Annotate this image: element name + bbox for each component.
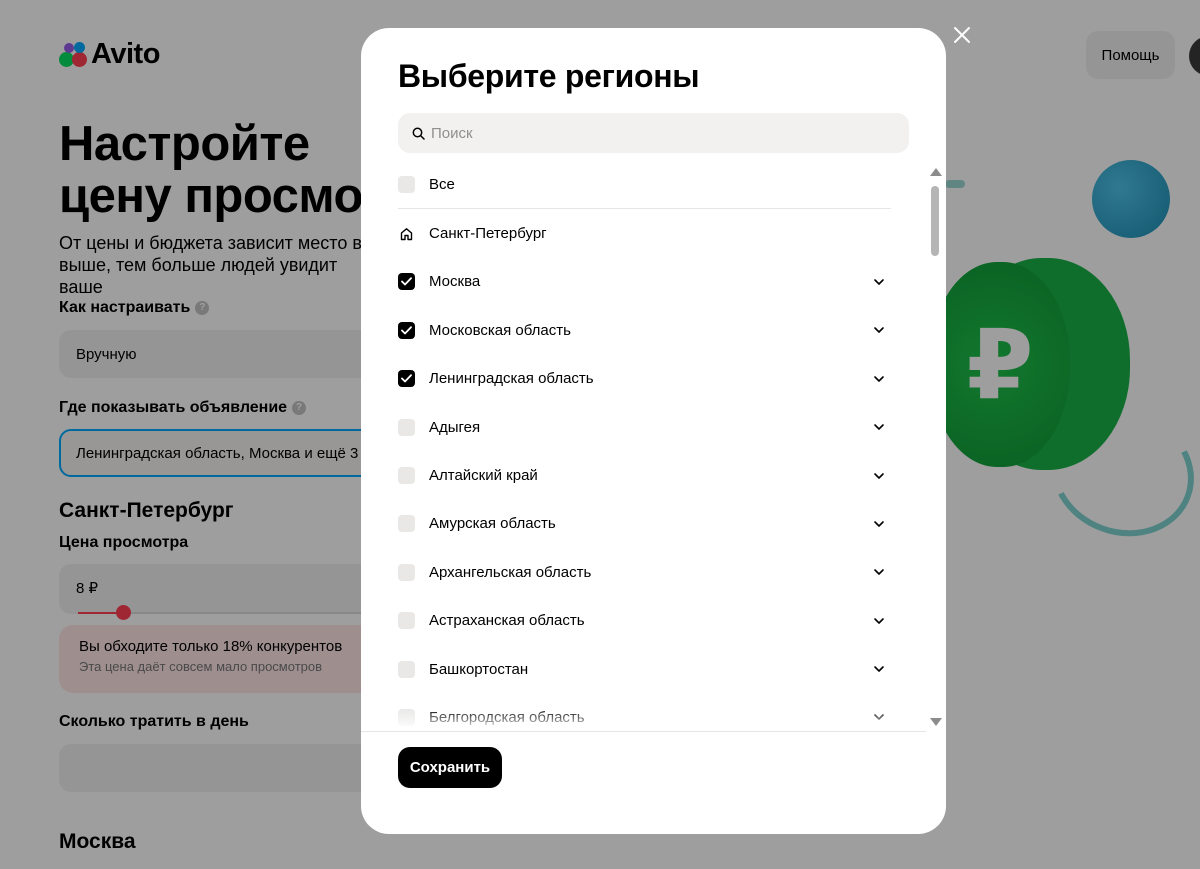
list-fade — [361, 708, 921, 731]
scroll-thumb[interactable] — [931, 186, 939, 256]
checkbox[interactable] — [398, 612, 415, 630]
checkbox[interactable] — [398, 563, 415, 581]
checkmark-icon — [401, 277, 412, 286]
chevron-down-icon[interactable] — [873, 615, 885, 627]
region-rows: Москва Московская область Ленинградская об… — [398, 258, 891, 731]
search-input[interactable] — [431, 124, 871, 142]
region-label: Астраханская область — [429, 612, 585, 630]
region-picker-modal: Выберите регионы Все Санкт-Петербург Мос… — [361, 28, 946, 834]
close-icon[interactable] — [952, 25, 972, 45]
region-row-all[interactable]: Все — [398, 161, 891, 210]
chevron-down-icon[interactable] — [873, 470, 885, 482]
region-label: Амурская область — [429, 515, 556, 533]
checkmark-icon — [401, 326, 412, 335]
region-row[interactable]: Астраханская область — [398, 597, 891, 645]
region-row[interactable]: Башкортостан — [398, 645, 891, 693]
region-label: Адыгея — [429, 418, 481, 436]
chevron-down-icon[interactable] — [873, 373, 885, 385]
checkbox[interactable] — [398, 515, 415, 533]
region-row[interactable]: Ленинградская область — [398, 355, 891, 403]
checkbox[interactable] — [398, 370, 415, 388]
region-label: Московская область — [429, 321, 571, 339]
region-label: Ленинградская область — [429, 370, 594, 388]
region-label: Башкортостан — [429, 660, 529, 678]
chevron-down-icon[interactable] — [873, 518, 885, 530]
checkmark-icon — [401, 374, 412, 383]
region-row[interactable]: Амурская область — [398, 500, 891, 548]
region-search[interactable] — [398, 113, 909, 153]
chevron-down-icon[interactable] — [873, 324, 885, 336]
checkbox[interactable] — [398, 660, 415, 678]
region-row[interactable]: Алтайский край — [398, 451, 891, 499]
chevron-down-icon[interactable] — [873, 566, 885, 578]
footer-divider — [361, 731, 926, 732]
scrollbar[interactable] — [928, 168, 942, 728]
checkbox[interactable] — [398, 176, 415, 194]
region-row[interactable]: Адыгея — [398, 403, 891, 451]
save-button[interactable]: Сохранить — [398, 747, 502, 788]
chevron-down-icon[interactable] — [873, 663, 885, 675]
scroll-up-arrow[interactable] — [930, 168, 942, 176]
region-row[interactable]: Московская область — [398, 306, 891, 354]
checkbox[interactable] — [398, 273, 415, 291]
region-row[interactable]: Москва — [398, 258, 891, 306]
region-list[interactable]: Все Санкт-Петербург Москва Московская обл… — [398, 161, 891, 731]
checkbox[interactable] — [398, 321, 415, 339]
region-label: Архангельская область — [429, 563, 592, 581]
chevron-down-icon[interactable] — [873, 421, 885, 433]
region-row-home[interactable]: Санкт-Петербург — [398, 209, 891, 257]
region-row[interactable]: Архангельская область — [398, 548, 891, 596]
region-label: Москва — [429, 273, 481, 291]
checkbox[interactable] — [398, 467, 415, 485]
chevron-down-icon[interactable] — [873, 276, 885, 288]
region-label: Санкт-Петербург — [429, 225, 547, 243]
modal-title: Выберите регионы — [398, 58, 700, 94]
checkbox[interactable] — [398, 418, 415, 436]
home-icon — [398, 225, 415, 242]
search-icon — [412, 127, 425, 140]
region-label: Все — [429, 176, 455, 194]
region-label: Алтайский край — [429, 467, 538, 485]
scroll-down-arrow[interactable] — [930, 718, 942, 726]
